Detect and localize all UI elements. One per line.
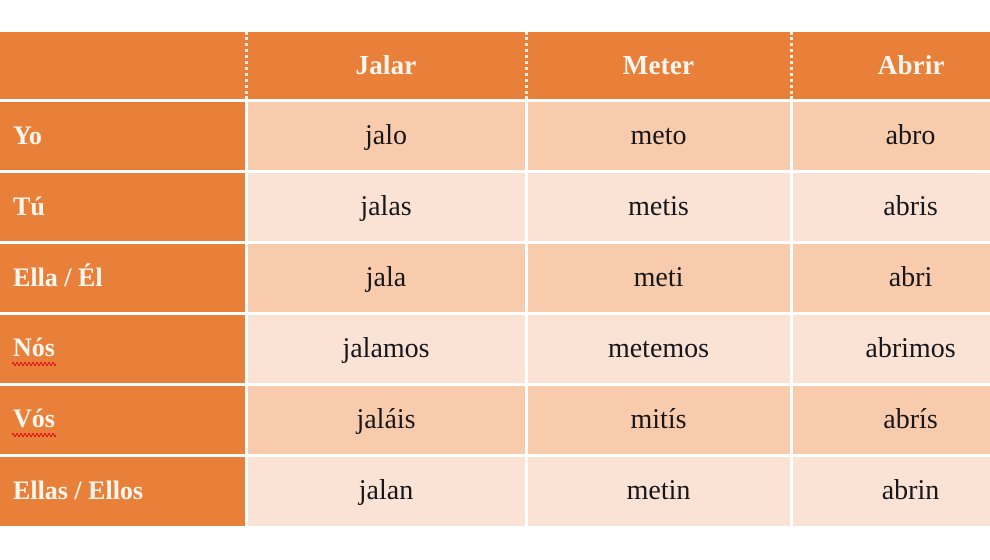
verb-form-cell: jala bbox=[246, 242, 528, 315]
verb-form-cell: abrís bbox=[791, 384, 990, 457]
verb-form-cell: abrin bbox=[791, 455, 990, 526]
verb-form-cell: metemos bbox=[526, 313, 793, 386]
verb-form-cell: jaláis bbox=[246, 384, 528, 457]
verb-conjugation-table: Jalar Meter Abrir Yo jalo meto abro Tú j… bbox=[0, 32, 990, 526]
verb-form-cell: jalamos bbox=[246, 313, 528, 386]
verb-form-cell: abrimos bbox=[791, 313, 990, 386]
pronoun-cell: Ellas / Ellos bbox=[0, 455, 248, 526]
header-row: Jalar Meter Abrir bbox=[0, 32, 990, 102]
table-row: Nós jalamos metemos abrimos bbox=[0, 313, 990, 386]
pronoun-cell: Nós bbox=[0, 313, 248, 386]
table-row: Tú jalas metis abris bbox=[0, 171, 990, 244]
verb-form-cell: abris bbox=[791, 171, 990, 244]
pronoun-cell: Vós bbox=[0, 384, 248, 457]
column-header-meter: Meter bbox=[524, 32, 791, 102]
column-header-abrir: Abrir bbox=[789, 32, 990, 102]
verb-form-cell: jalas bbox=[246, 171, 528, 244]
verb-form-cell: meti bbox=[526, 242, 793, 315]
verb-form-cell: abro bbox=[791, 100, 990, 173]
table-row: Vós jaláis mitís abrís bbox=[0, 384, 990, 457]
pronoun-cell: Yo bbox=[0, 100, 248, 173]
verb-form-cell: metis bbox=[526, 171, 793, 244]
verb-form-cell: abri bbox=[791, 242, 990, 315]
table-corner-cell bbox=[0, 32, 246, 102]
table-row: Yo jalo meto abro bbox=[0, 100, 990, 173]
verb-form-cell: jalo bbox=[246, 100, 528, 173]
pronoun-cell: Ella / Él bbox=[0, 242, 248, 315]
verb-form-cell: mitís bbox=[526, 384, 793, 457]
table-body: Yo jalo meto abro Tú jalas metis abris E… bbox=[0, 100, 990, 526]
pronoun-cell: Tú bbox=[0, 171, 248, 244]
table-row: Ellas / Ellos jalan metin abrin bbox=[0, 455, 990, 526]
misspelled-word: Vós bbox=[12, 404, 56, 437]
verb-form-cell: jalan bbox=[246, 455, 528, 526]
misspelled-word: Nós bbox=[12, 333, 56, 366]
column-header-jalar: Jalar bbox=[244, 32, 526, 102]
table-row: Ella / Él jala meti abri bbox=[0, 242, 990, 315]
verb-form-cell: metin bbox=[526, 455, 793, 526]
verb-form-cell: meto bbox=[526, 100, 793, 173]
table-header: Jalar Meter Abrir bbox=[0, 32, 990, 102]
